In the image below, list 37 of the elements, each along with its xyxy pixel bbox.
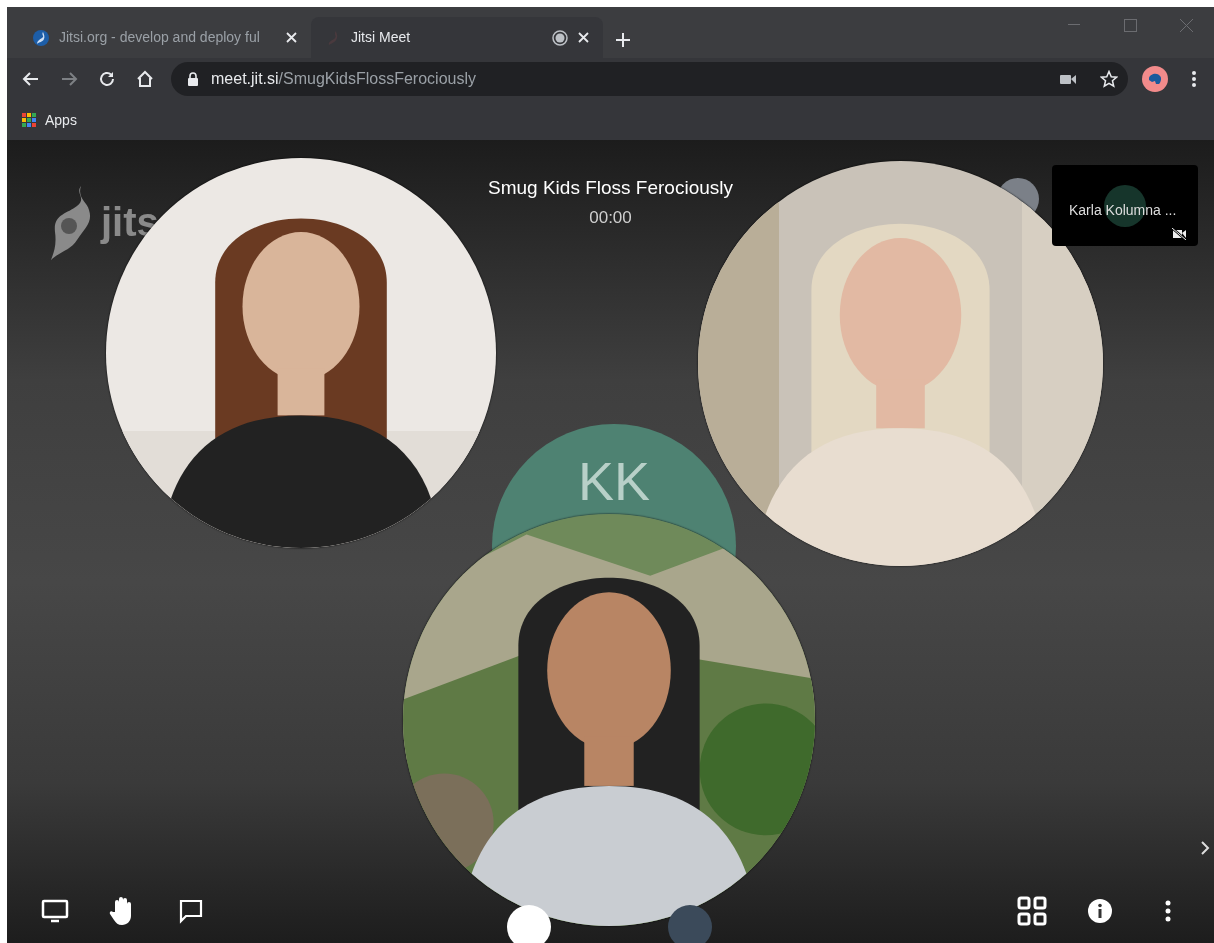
browser-tab[interactable]: Jitsi Meet: [311, 17, 603, 58]
close-icon[interactable]: [286, 32, 297, 43]
forward-arrow-icon: [60, 70, 78, 88]
favicon-icon: [33, 29, 49, 46]
menu-icon: [1192, 71, 1196, 87]
back-arrow-icon: [22, 70, 40, 88]
meeting-title: Smug Kids Floss Ferociously: [488, 176, 733, 200]
reload-icon: [98, 70, 116, 88]
close-icon[interactable]: [578, 32, 589, 43]
browser-tab[interactable]: Jitsi.org - develop and deploy ful: [19, 17, 311, 58]
microphone-button[interactable]: [507, 905, 551, 943]
grid-icon: [1017, 896, 1047, 926]
tile-view-button[interactable]: [1016, 895, 1048, 927]
camera-button[interactable]: [668, 905, 712, 943]
avatar-initials: KK: [577, 454, 650, 513]
camera-icon[interactable]: [1060, 73, 1076, 85]
chat-icon: [178, 898, 204, 924]
tab-title: Jitsi Meet: [351, 28, 412, 47]
minimize-icon: [1068, 24, 1080, 26]
url-text: meet.jit.si/SmugKidsFlossFerociously: [211, 70, 476, 87]
star-icon[interactable]: [1100, 70, 1118, 88]
bookmark-link[interactable]: Apps: [45, 112, 77, 128]
menu-icon: [1165, 900, 1171, 922]
plus-icon: [615, 31, 631, 48]
profile-avatar-icon[interactable]: [1142, 66, 1168, 92]
tab-title: Jitsi.org - develop and deploy ful: [59, 28, 261, 47]
maximize-icon: [1123, 18, 1137, 32]
monitor-icon: [41, 899, 69, 923]
info-icon: [1087, 898, 1113, 924]
address-bar[interactable]: meet.jit.si/SmugKidsFlossFerociously: [171, 62, 1128, 96]
lock-icon: [187, 72, 199, 86]
participant-tile[interactable]: Karla Kolumna ...: [1052, 165, 1198, 246]
close-icon: [1179, 18, 1193, 32]
meeting-timer: 00:00: [589, 206, 632, 229]
home-icon: [136, 70, 154, 88]
apps-grid-icon: [21, 112, 37, 128]
participant-name: Karla Kolumna ...: [1069, 201, 1177, 220]
